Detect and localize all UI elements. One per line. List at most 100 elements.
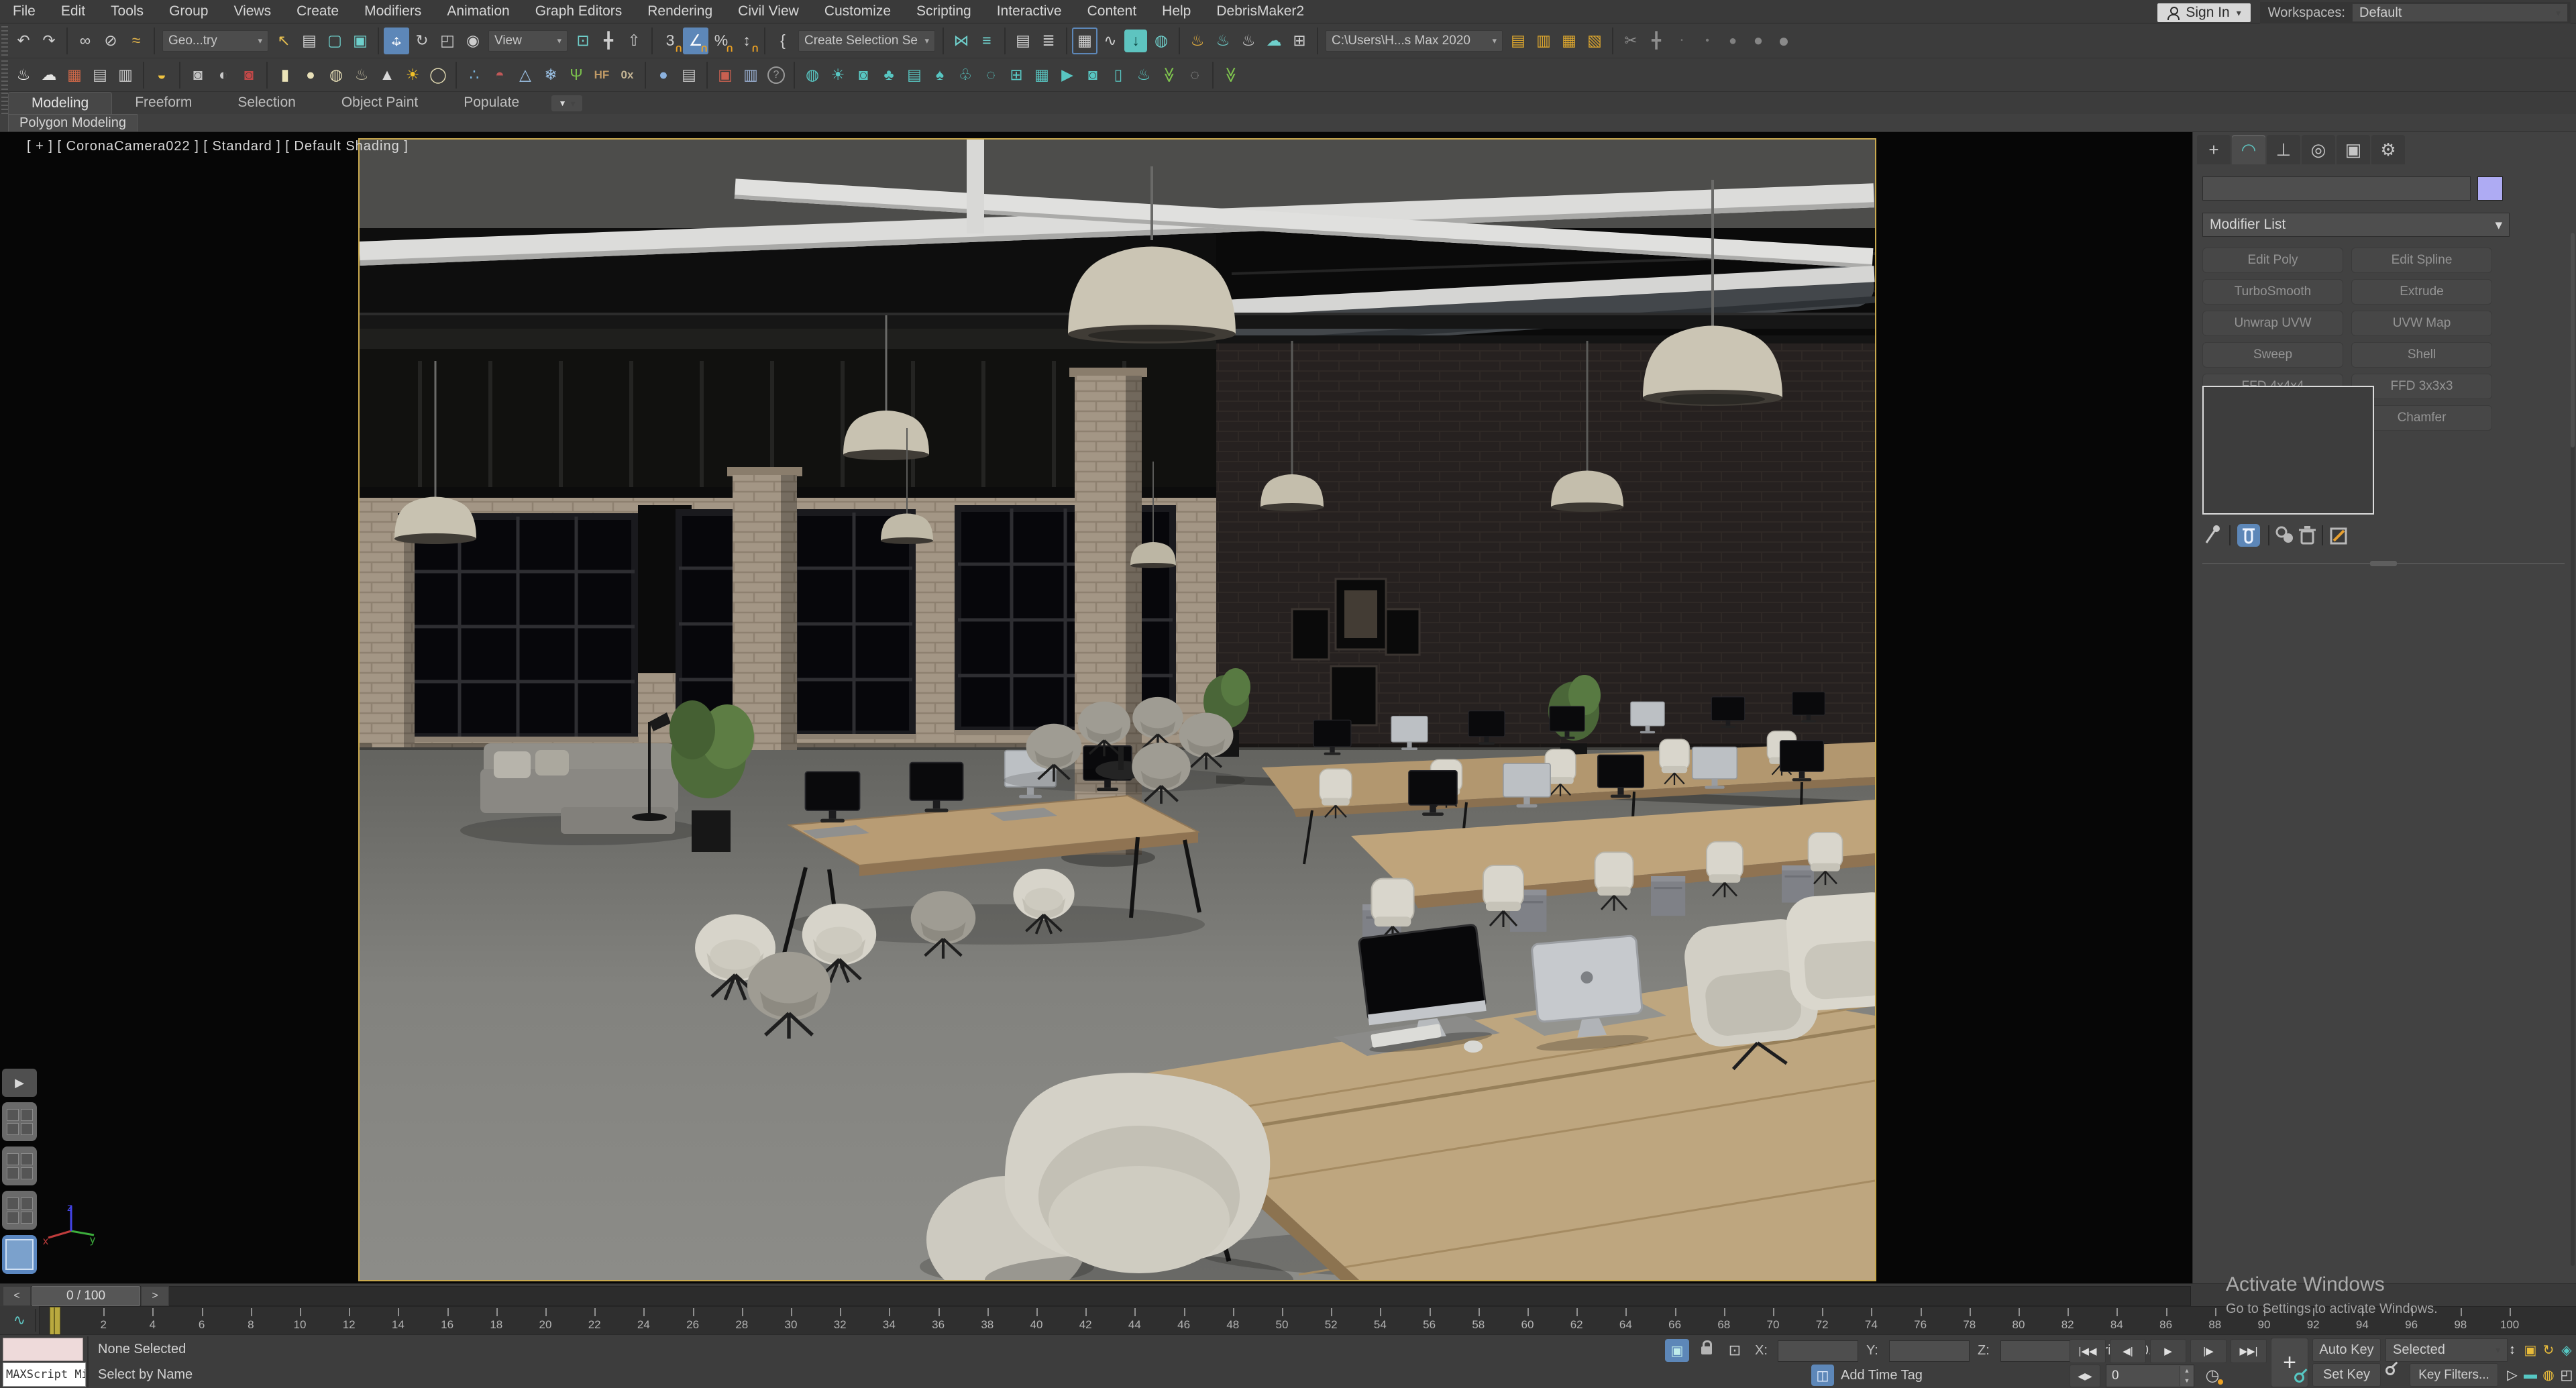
menu-modifiers[interactable]: Modifiers — [352, 0, 434, 23]
select-object-icon[interactable]: ↖ — [271, 28, 297, 54]
rendered-frame-window-icon[interactable]: ♨ — [1210, 28, 1236, 54]
soft-dot-3-icon[interactable]: ● — [1720, 28, 1746, 54]
corona-lightlister-icon[interactable]: ▥ — [113, 62, 138, 89]
menu-customize[interactable]: Customize — [812, 0, 904, 23]
forest-leaf-icon[interactable]: ♧ — [953, 62, 978, 89]
pan-view-icon[interactable]: ▬ — [2522, 1363, 2539, 1387]
key-mode-toggle[interactable]: ◀▶ — [2070, 1365, 2100, 1387]
menu-tools[interactable]: Tools — [98, 0, 156, 23]
named-selection-sets-dropdown[interactable]: Create Selection Se ▾ — [798, 30, 935, 52]
object-color-swatch[interactable] — [2477, 176, 2503, 201]
percent-snap-toggle-icon[interactable]: % U — [708, 28, 734, 54]
display-panel-icon[interactable]: ▯ — [1106, 62, 1131, 89]
workspace-dropdown[interactable]: Default ▾ — [2352, 3, 2568, 22]
time-slider-handle[interactable]: 0 / 100 — [32, 1286, 140, 1306]
align-icon[interactable]: ≡ — [974, 28, 1000, 54]
menu-civil-view[interactable]: Civil View — [725, 0, 812, 23]
help-icon[interactable]: ? — [763, 62, 789, 89]
maxscript-mini-listener-output[interactable] — [3, 1338, 83, 1361]
corona-cloud-icon[interactable]: ☁ — [36, 62, 62, 89]
scissors-icon[interactable]: ✂ — [1618, 28, 1644, 54]
time-slider-track[interactable] — [31, 1286, 2191, 1306]
next-frame-button[interactable]: > — [141, 1286, 169, 1306]
rectangular-selection-region-icon[interactable]: ▢ — [322, 28, 347, 54]
undo-icon[interactable]: ↶ — [11, 28, 36, 54]
motion-tab[interactable]: ◎ — [2302, 135, 2335, 164]
soft-dot-5-icon[interactable]: ● — [1771, 28, 1796, 54]
render-flyout-icon[interactable]: ⊞ — [1287, 28, 1312, 54]
make-unique-icon[interactable] — [2275, 526, 2293, 543]
viewport-scene[interactable] — [358, 138, 1876, 1281]
use-pivot-point-center-icon[interactable]: ⊡ — [570, 28, 596, 54]
menu-views[interactable]: Views — [221, 0, 284, 23]
update-all-chevron-icon[interactable]: ≫ — [1218, 62, 1244, 89]
forest-library-icon[interactable]: ▤ — [902, 62, 927, 89]
ribbon-tab-selection[interactable]: Selection — [215, 92, 318, 114]
modifier-button-sweep[interactable]: Sweep — [2202, 342, 2343, 368]
ribbon-tab-modeling[interactable]: Modeling — [8, 92, 113, 114]
folder-link-icon[interactable]: ▦ — [1556, 28, 1582, 54]
go-to-start-icon[interactable]: |◀◀ — [2070, 1339, 2106, 1363]
unlink-selection-icon[interactable]: ⊘ — [98, 28, 123, 54]
selection-lock-toggle[interactable] — [1695, 1339, 1719, 1362]
track-bar-ruler[interactable]: 0246810121416182022242628303234363840424… — [39, 1306, 2576, 1336]
angle-snap-toggle-icon[interactable]: ∠ U — [683, 27, 708, 54]
quad-view-icon[interactable]: ▦ — [1029, 62, 1055, 89]
modify-tab[interactable]: ◠ — [2232, 135, 2265, 164]
keyboard-shortcut-override-icon[interactable]: ⇧ — [621, 28, 647, 54]
maximize-viewport-toggle-icon[interactable]: ◰ — [2558, 1363, 2575, 1387]
hair-fur-icon[interactable]: HF — [589, 62, 614, 89]
default-in-out-tangents-button[interactable] — [2383, 1364, 2403, 1383]
dope-sheet-icon[interactable]: ↓ — [1124, 29, 1147, 52]
ribbon-config-dropdown[interactable]: ▼ ▾ — [551, 95, 583, 111]
material-browser-icon[interactable]: ▤ — [676, 62, 702, 89]
corona-interactive-icon[interactable]: ◐ — [211, 62, 236, 89]
camera-add-icon[interactable]: ◙ — [1080, 62, 1106, 89]
corona-vfb-icon[interactable]: ▦ — [62, 62, 87, 89]
corona-light-cone-icon[interactable]: ▲ — [374, 62, 400, 89]
video-panel-icon[interactable]: ▶ — [1055, 62, 1080, 89]
current-frame-field[interactable]: 0 ▲ ▼ — [2106, 1365, 2194, 1387]
edit-named-selection-sets-icon[interactable]: { — [770, 28, 796, 54]
corona-settings-icon[interactable]: ▤ — [87, 62, 113, 89]
render-production-icon[interactable]: ♨ — [1236, 28, 1261, 54]
redo-icon[interactable]: ↷ — [36, 28, 62, 54]
scatter-icon[interactable]: ∴ — [462, 62, 487, 89]
select-and-place-icon[interactable]: ◉ — [460, 28, 486, 54]
modifier-list-dropdown[interactable]: Modifier List ▾ — [2202, 213, 2510, 237]
corona-light-sphere-icon[interactable]: ● — [298, 62, 323, 89]
field-of-view-icon[interactable]: ▷ — [2504, 1363, 2521, 1387]
orbit-camera-icon[interactable]: ◍ — [2540, 1363, 2557, 1387]
toggle-scene-explorer-icon[interactable]: ▤ — [1010, 28, 1036, 54]
mirror-icon[interactable]: ⋈ — [949, 28, 974, 54]
vray-sun-icon[interactable]: ☀ — [825, 62, 851, 89]
menu-edit[interactable]: Edit — [48, 0, 98, 23]
volume-grid-icon[interactable]: ❄ — [538, 62, 564, 89]
bulb-off-icon[interactable]: ◌ — [1182, 62, 1208, 89]
set-keys-button[interactable]: + — [2271, 1338, 2308, 1387]
play-icon[interactable]: ▶ — [2150, 1339, 2186, 1363]
grass-icon[interactable]: Ψ — [564, 62, 589, 89]
absolute-offset-mode-toggle[interactable]: ⊡ — [1723, 1339, 1747, 1362]
menu-scripting[interactable]: Scripting — [904, 0, 984, 23]
modifier-button-turbosmooth[interactable]: TurboSmooth — [2202, 279, 2343, 305]
proxy-icon[interactable]: ◓ — [487, 62, 513, 89]
vfb-settings-icon[interactable]: ▣ — [712, 62, 738, 89]
folder-new-icon[interactable]: ▥ — [1531, 28, 1556, 54]
soft-dot-1-icon[interactable]: • — [1669, 28, 1695, 54]
folder-user-icon[interactable]: ▧ — [1582, 28, 1607, 54]
ribbon-tab-populate[interactable]: Populate — [441, 92, 542, 114]
viewport-label[interactable]: [ + ] [ CoronaCamera022 ] [ Standard ] [… — [27, 139, 409, 154]
modifier-button-edit-spline[interactable]: Edit Spline — [2351, 248, 2492, 273]
blue-sphere-icon[interactable]: ● — [651, 62, 676, 89]
next-frame-icon[interactable]: |▶ — [2190, 1339, 2226, 1363]
create-tab[interactable]: + — [2197, 135, 2231, 164]
selection-filter-dropdown[interactable]: Geo...try ▾ — [162, 30, 268, 52]
zoom-extents-all-icon[interactable]: ↻ — [2540, 1338, 2557, 1362]
zoom-extents-icon[interactable]: ▣ — [2522, 1338, 2539, 1362]
frame-spinner[interactable]: ▲ ▼ — [2180, 1366, 2194, 1386]
y-coordinate-field[interactable] — [1889, 1340, 1970, 1362]
layout-single-viewport-active[interactable] — [2, 1235, 37, 1274]
key-selection-dropdown[interactable]: Selected ▾ — [2385, 1338, 2508, 1362]
go-to-end-icon[interactable]: ▶▶| — [2231, 1339, 2267, 1363]
